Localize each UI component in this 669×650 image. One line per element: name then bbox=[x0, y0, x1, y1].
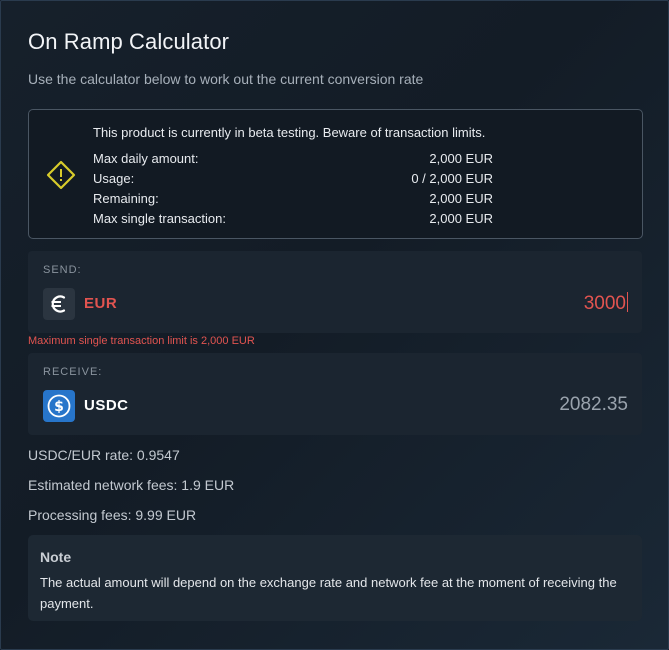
send-amount-input[interactable]: 3000 bbox=[584, 292, 628, 315]
send-amount-value: 3000 bbox=[583, 293, 626, 314]
note-title: Note bbox=[40, 549, 72, 565]
note-body: The actual amount will depend on the exc… bbox=[40, 575, 617, 611]
receive-card: RECEIVE: $ USDC 2082.35 bbox=[28, 353, 642, 435]
limit-label: Max single transaction: bbox=[93, 211, 226, 226]
beta-notice: This product is currently in beta testin… bbox=[28, 109, 643, 239]
receive-currency[interactable]: USDC bbox=[84, 397, 129, 414]
calculator-panel: On Ramp Calculator Use the calculator be… bbox=[0, 0, 669, 650]
limit-row: Max single transaction: 2,000 EUR bbox=[93, 211, 493, 229]
receive-amount: 2082.35 bbox=[559, 394, 628, 415]
limit-row: Usage: 0 / 2,000 EUR bbox=[93, 171, 493, 189]
receive-label: RECEIVE: bbox=[43, 366, 103, 378]
send-error-message: Maximum single transaction limit is 2,00… bbox=[28, 335, 255, 347]
limit-label: Remaining: bbox=[93, 191, 159, 206]
limit-row: Remaining: 2,000 EUR bbox=[93, 191, 493, 209]
exchange-rate: USDC/EUR rate: 0.9547 bbox=[28, 447, 180, 463]
text-caret bbox=[627, 292, 628, 312]
processing-fees: Processing fees: 9.99 EUR bbox=[28, 507, 197, 523]
limit-value: 2,000 EUR bbox=[429, 151, 493, 166]
network-fees: Estimated network fees: 1.9 EUR bbox=[28, 477, 235, 493]
warning-diamond-icon bbox=[46, 160, 76, 190]
send-card: SEND: EUR 3000 bbox=[28, 251, 642, 333]
usdc-dollar-icon[interactable]: $ bbox=[43, 390, 75, 422]
note-box: Note The actual amount will depend on th… bbox=[28, 535, 642, 621]
limit-value: 0 / 2,000 EUR bbox=[411, 171, 493, 186]
limit-row: Max daily amount: 2,000 EUR bbox=[93, 151, 493, 169]
page-title: On Ramp Calculator bbox=[28, 29, 230, 54]
page-subtitle: Use the calculator below to work out the… bbox=[28, 71, 424, 87]
limit-label: Usage: bbox=[93, 171, 135, 186]
limit-label: Max daily amount: bbox=[93, 151, 199, 166]
limit-value: 2,000 EUR bbox=[429, 191, 493, 206]
send-label: SEND: bbox=[43, 264, 82, 276]
euro-icon[interactable] bbox=[43, 288, 75, 320]
beta-message: This product is currently in beta testin… bbox=[93, 125, 486, 140]
svg-text:$: $ bbox=[54, 399, 64, 415]
send-currency[interactable]: EUR bbox=[84, 295, 117, 312]
limit-value: 2,000 EUR bbox=[429, 211, 493, 226]
